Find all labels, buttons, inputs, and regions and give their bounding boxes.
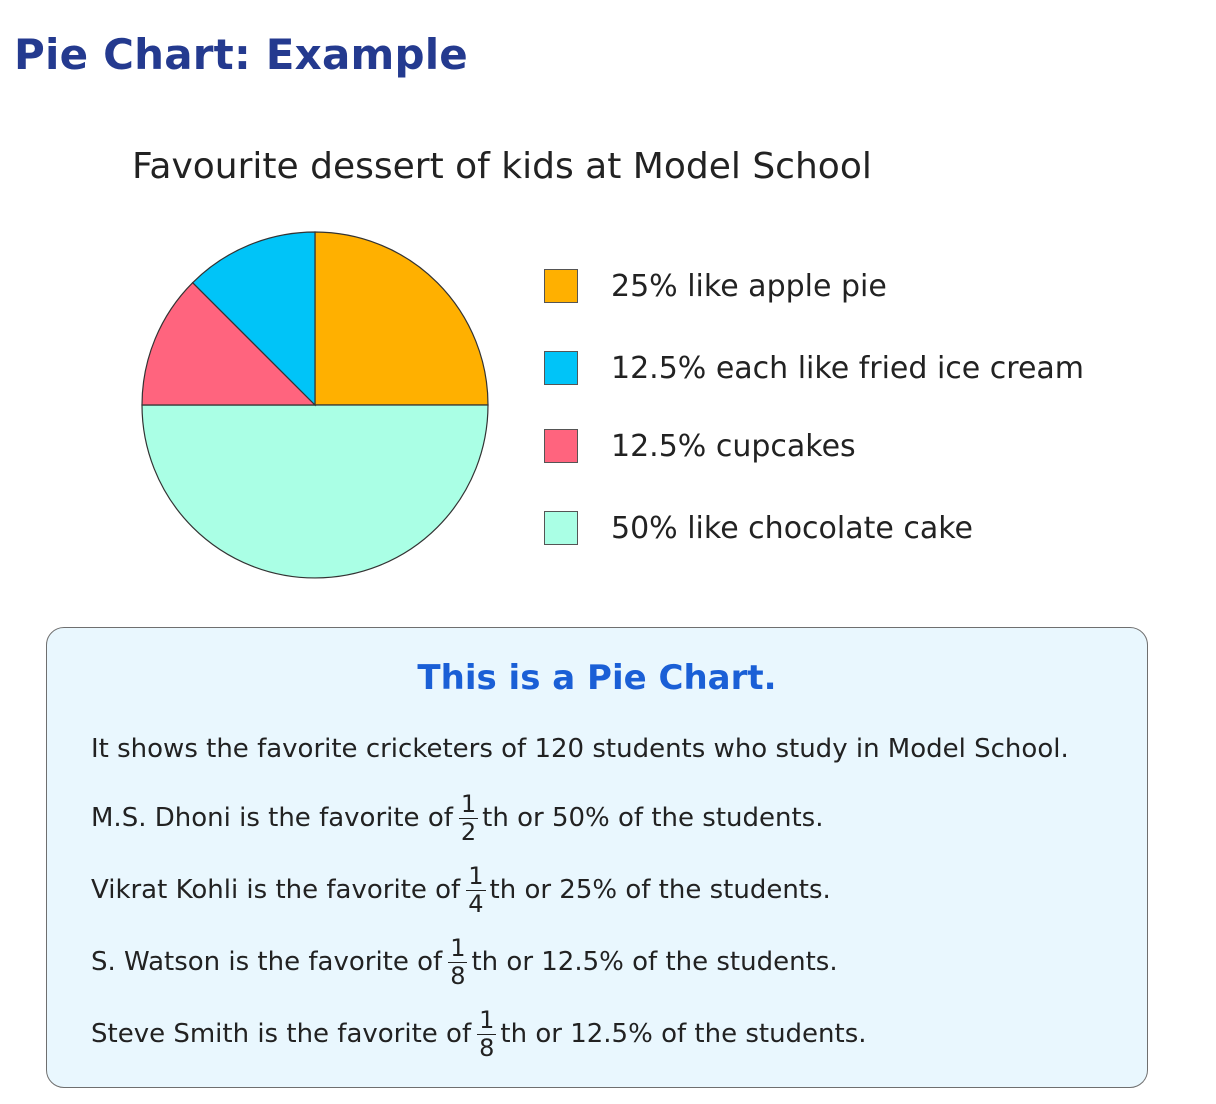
info-intro-text: It shows the favorite cricketers of 120 … [91,734,1069,764]
info-intro: It shows the favorite cricketers of 120 … [91,734,1069,764]
info-heading: This is a Pie Chart. [417,658,777,698]
legend-item-cupcakes: 12.5% cupcakes [544,426,856,466]
info-line-text: M.S. Dhoni is the favorite of [91,803,453,833]
fraction-denominator: 4 [468,890,484,918]
legend-label: 12.5% each like fried ice cream [611,350,1085,386]
fraction-numerator: 1 [466,862,486,891]
fraction-denominator: 2 [460,818,477,846]
info-line-text: Steve Smith is the favorite of [91,1019,472,1049]
info-line-text: th or 25% of the students. [489,875,831,905]
legend-label: 12.5% cupcakes [611,428,856,464]
info-line-dhoni: M.S. Dhoni is the favorite of 1 2 th or … [91,792,824,844]
legend-swatch [544,351,578,385]
info-line-text: th or 12.5% of the students. [500,1019,867,1049]
fraction-numerator: 1 [477,1006,497,1035]
legend-swatch [544,269,578,303]
info-line-kohli: Vikrat Kohli is the favorite of 1 4 th o… [91,864,831,916]
fraction: 1 2 [458,790,479,846]
pie-slice [314,231,489,406]
pie-chart [141,231,489,579]
fraction: 1 8 [448,934,468,990]
info-line-text: th or 50% of the students. [482,803,824,833]
legend-label: 50% like chocolate cake [611,510,974,546]
legend-item-apple-pie: 25% like apple pie [544,266,887,306]
pie-slice [141,404,489,579]
legend-item-chocolate-cake: 50% like chocolate cake [544,508,973,548]
fraction-numerator: 1 [448,934,468,963]
info-line-smith: Steve Smith is the favorite of 1 8 th or… [91,1008,867,1060]
info-line-watson: S. Watson is the favorite of 1 8 th or 1… [91,936,838,988]
info-line-text: S. Watson is the favorite of [91,947,443,977]
legend-label: 25% like apple pie [611,268,887,304]
info-line-text: th or 12.5% of the students. [471,947,838,977]
fraction-numerator: 1 [458,790,479,819]
fraction-denominator: 8 [450,962,466,990]
legend-swatch [544,511,578,545]
page-title: Pie Chart: Example [14,30,468,79]
fraction: 1 4 [466,862,486,918]
info-line-text: Vikrat Kohli is the favorite of [91,875,461,905]
legend-item-fried-ice-cream: 12.5% each like fried ice cream [544,348,1084,388]
chart-title: Favourite dessert of kids at Model Schoo… [132,146,872,187]
fraction: 1 8 [477,1006,497,1062]
legend-swatch [544,429,578,463]
info-box: This is a Pie Chart. It shows the favori… [46,627,1148,1088]
fraction-denominator: 8 [479,1034,495,1062]
